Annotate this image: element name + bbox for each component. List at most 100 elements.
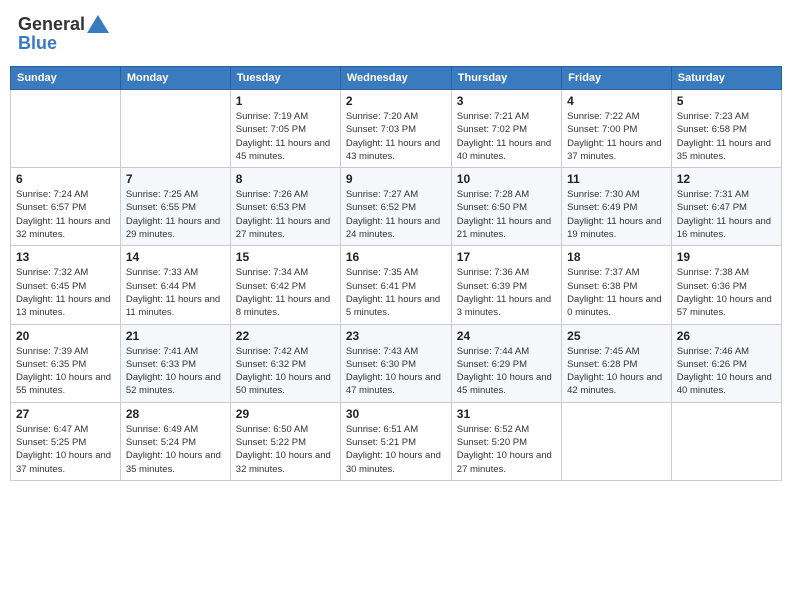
calendar-week-4: 20 Sunrise: 7:39 AMSunset: 6:35 PMDayligh… [11, 324, 782, 402]
day-number: 9 [346, 172, 446, 186]
day-info: Sunrise: 7:32 AMSunset: 6:45 PMDaylight:… [16, 266, 115, 319]
day-info: Sunrise: 7:19 AMSunset: 7:05 PMDaylight:… [236, 110, 335, 163]
day-number: 25 [567, 329, 666, 343]
weekday-header-row: SundayMondayTuesdayWednesdayThursdayFrid… [11, 67, 782, 90]
day-info: Sunrise: 7:44 AMSunset: 6:29 PMDaylight:… [457, 345, 556, 398]
weekday-header-friday: Friday [562, 67, 672, 90]
day-number: 28 [126, 407, 225, 421]
day-number: 23 [346, 329, 446, 343]
day-number: 21 [126, 329, 225, 343]
calendar-cell: 17Sunrise: 7:36 AMSunset: 6:39 PMDayligh… [451, 246, 561, 324]
day-info: Sunrise: 7:33 AMSunset: 6:44 PMDaylight:… [126, 266, 225, 319]
calendar-week-2: 6 Sunrise: 7:24 AMSunset: 6:57 PMDaylight… [11, 168, 782, 246]
calendar-cell: 20 Sunrise: 7:39 AMSunset: 6:35 PMDayligh… [11, 324, 121, 402]
day-info: Sunrise: 7:45 AMSunset: 6:28 PMDaylight:… [567, 345, 666, 398]
weekday-header-thursday: Thursday [451, 67, 561, 90]
day-number: 24 [457, 329, 556, 343]
day-number: 27 [16, 407, 115, 421]
day-info: Sunrise: 7:24 AMSunset: 6:57 PMDaylight:… [16, 188, 115, 241]
day-number: 3 [457, 94, 556, 108]
day-info: Sunrise: 7:38 AMSunset: 6:36 PMDaylight:… [677, 266, 776, 319]
calendar-cell: 31Sunrise: 6:52 AMSunset: 5:20 PMDayligh… [451, 402, 561, 480]
calendar-cell [11, 90, 121, 168]
logo: General Blue [18, 14, 109, 54]
day-info: Sunrise: 6:47 AMSunset: 5:25 PMDaylight:… [16, 423, 115, 476]
day-number: 26 [677, 329, 776, 343]
day-info: Sunrise: 7:22 AMSunset: 7:00 PMDaylight:… [567, 110, 666, 163]
day-number: 29 [236, 407, 335, 421]
logo-general-text: General [18, 14, 85, 35]
calendar-week-5: 27 Sunrise: 6:47 AMSunset: 5:25 PMDayligh… [11, 402, 782, 480]
day-number: 2 [346, 94, 446, 108]
day-number: 14 [126, 250, 225, 264]
day-number: 17 [457, 250, 556, 264]
calendar-week-1: 1 Sunrise: 7:19 AMSunset: 7:05 PMDaylight… [11, 90, 782, 168]
calendar-cell: 22 Sunrise: 7:42 AMSunset: 6:32 PMDayligh… [230, 324, 340, 402]
logo-icon [87, 15, 109, 33]
day-info: Sunrise: 7:39 AMSunset: 6:35 PMDaylight:… [16, 345, 115, 398]
day-number: 11 [567, 172, 666, 186]
day-number: 12 [677, 172, 776, 186]
day-number: 30 [346, 407, 446, 421]
calendar-cell: 7 Sunrise: 7:25 AMSunset: 6:55 PMDaylight… [120, 168, 230, 246]
day-info: Sunrise: 7:35 AMSunset: 6:41 PMDaylight:… [346, 266, 446, 319]
calendar-cell: 16Sunrise: 7:35 AMSunset: 6:41 PMDayligh… [340, 246, 451, 324]
day-info: Sunrise: 7:23 AMSunset: 6:58 PMDaylight:… [677, 110, 776, 163]
calendar-cell: 5 Sunrise: 7:23 AMSunset: 6:58 PMDaylight… [671, 90, 781, 168]
calendar-cell: 21 Sunrise: 7:41 AMSunset: 6:33 PMDayligh… [120, 324, 230, 402]
day-info: Sunrise: 7:20 AMSunset: 7:03 PMDaylight:… [346, 110, 446, 163]
calendar-cell: 14 Sunrise: 7:33 AMSunset: 6:44 PMDayligh… [120, 246, 230, 324]
day-number: 8 [236, 172, 335, 186]
calendar-cell [671, 402, 781, 480]
calendar-cell: 15 Sunrise: 7:34 AMSunset: 6:42 PMDayligh… [230, 246, 340, 324]
calendar-cell: 8 Sunrise: 7:26 AMSunset: 6:53 PMDaylight… [230, 168, 340, 246]
day-info: Sunrise: 6:49 AMSunset: 5:24 PMDaylight:… [126, 423, 225, 476]
day-info: Sunrise: 7:37 AMSunset: 6:38 PMDaylight:… [567, 266, 666, 319]
day-info: Sunrise: 7:43 AMSunset: 6:30 PMDaylight:… [346, 345, 446, 398]
day-info: Sunrise: 7:34 AMSunset: 6:42 PMDaylight:… [236, 266, 335, 319]
day-number: 15 [236, 250, 335, 264]
day-number: 1 [236, 94, 335, 108]
calendar-cell: 6 Sunrise: 7:24 AMSunset: 6:57 PMDaylight… [11, 168, 121, 246]
day-number: 5 [677, 94, 776, 108]
day-number: 7 [126, 172, 225, 186]
calendar-cell: 2 Sunrise: 7:20 AMSunset: 7:03 PMDaylight… [340, 90, 451, 168]
weekday-header-saturday: Saturday [671, 67, 781, 90]
calendar-cell: 11 Sunrise: 7:30 AMSunset: 6:49 PMDayligh… [562, 168, 672, 246]
calendar-cell: 26 Sunrise: 7:46 AMSunset: 6:26 PMDayligh… [671, 324, 781, 402]
day-info: Sunrise: 7:31 AMSunset: 6:47 PMDaylight:… [677, 188, 776, 241]
calendar-cell: 13 Sunrise: 7:32 AMSunset: 6:45 PMDayligh… [11, 246, 121, 324]
day-info: Sunrise: 7:46 AMSunset: 6:26 PMDaylight:… [677, 345, 776, 398]
calendar-cell [120, 90, 230, 168]
day-number: 10 [457, 172, 556, 186]
calendar-cell: 29 Sunrise: 6:50 AMSunset: 5:22 PMDayligh… [230, 402, 340, 480]
day-info: Sunrise: 7:27 AMSunset: 6:52 PMDaylight:… [346, 188, 446, 241]
calendar-cell: 9 Sunrise: 7:27 AMSunset: 6:52 PMDaylight… [340, 168, 451, 246]
calendar-cell: 19 Sunrise: 7:38 AMSunset: 6:36 PMDayligh… [671, 246, 781, 324]
calendar-week-3: 13 Sunrise: 7:32 AMSunset: 6:45 PMDayligh… [11, 246, 782, 324]
day-info: Sunrise: 7:28 AMSunset: 6:50 PMDaylight:… [457, 188, 556, 241]
day-number: 20 [16, 329, 115, 343]
calendar-cell [562, 402, 672, 480]
weekday-header-tuesday: Tuesday [230, 67, 340, 90]
day-number: 18 [567, 250, 666, 264]
calendar-cell: 28 Sunrise: 6:49 AMSunset: 5:24 PMDayligh… [120, 402, 230, 480]
day-info: Sunrise: 7:26 AMSunset: 6:53 PMDaylight:… [236, 188, 335, 241]
day-number: 22 [236, 329, 335, 343]
calendar-cell: 4Sunrise: 7:22 AMSunset: 7:00 PMDaylight… [562, 90, 672, 168]
day-number: 6 [16, 172, 115, 186]
day-info: Sunrise: 7:25 AMSunset: 6:55 PMDaylight:… [126, 188, 225, 241]
day-info: Sunrise: 7:21 AMSunset: 7:02 PMDaylight:… [457, 110, 556, 163]
calendar-cell: 23 Sunrise: 7:43 AMSunset: 6:30 PMDayligh… [340, 324, 451, 402]
day-info: Sunrise: 7:42 AMSunset: 6:32 PMDaylight:… [236, 345, 335, 398]
calendar-cell: 30Sunrise: 6:51 AMSunset: 5:21 PMDayligh… [340, 402, 451, 480]
day-info: Sunrise: 7:41 AMSunset: 6:33 PMDaylight:… [126, 345, 225, 398]
calendar-table: SundayMondayTuesdayWednesdayThursdayFrid… [10, 66, 782, 481]
day-info: Sunrise: 6:50 AMSunset: 5:22 PMDaylight:… [236, 423, 335, 476]
day-number: 19 [677, 250, 776, 264]
calendar-cell: 1 Sunrise: 7:19 AMSunset: 7:05 PMDaylight… [230, 90, 340, 168]
weekday-header-wednesday: Wednesday [340, 67, 451, 90]
day-number: 13 [16, 250, 115, 264]
day-info: Sunrise: 7:30 AMSunset: 6:49 PMDaylight:… [567, 188, 666, 241]
weekday-header-sunday: Sunday [11, 67, 121, 90]
